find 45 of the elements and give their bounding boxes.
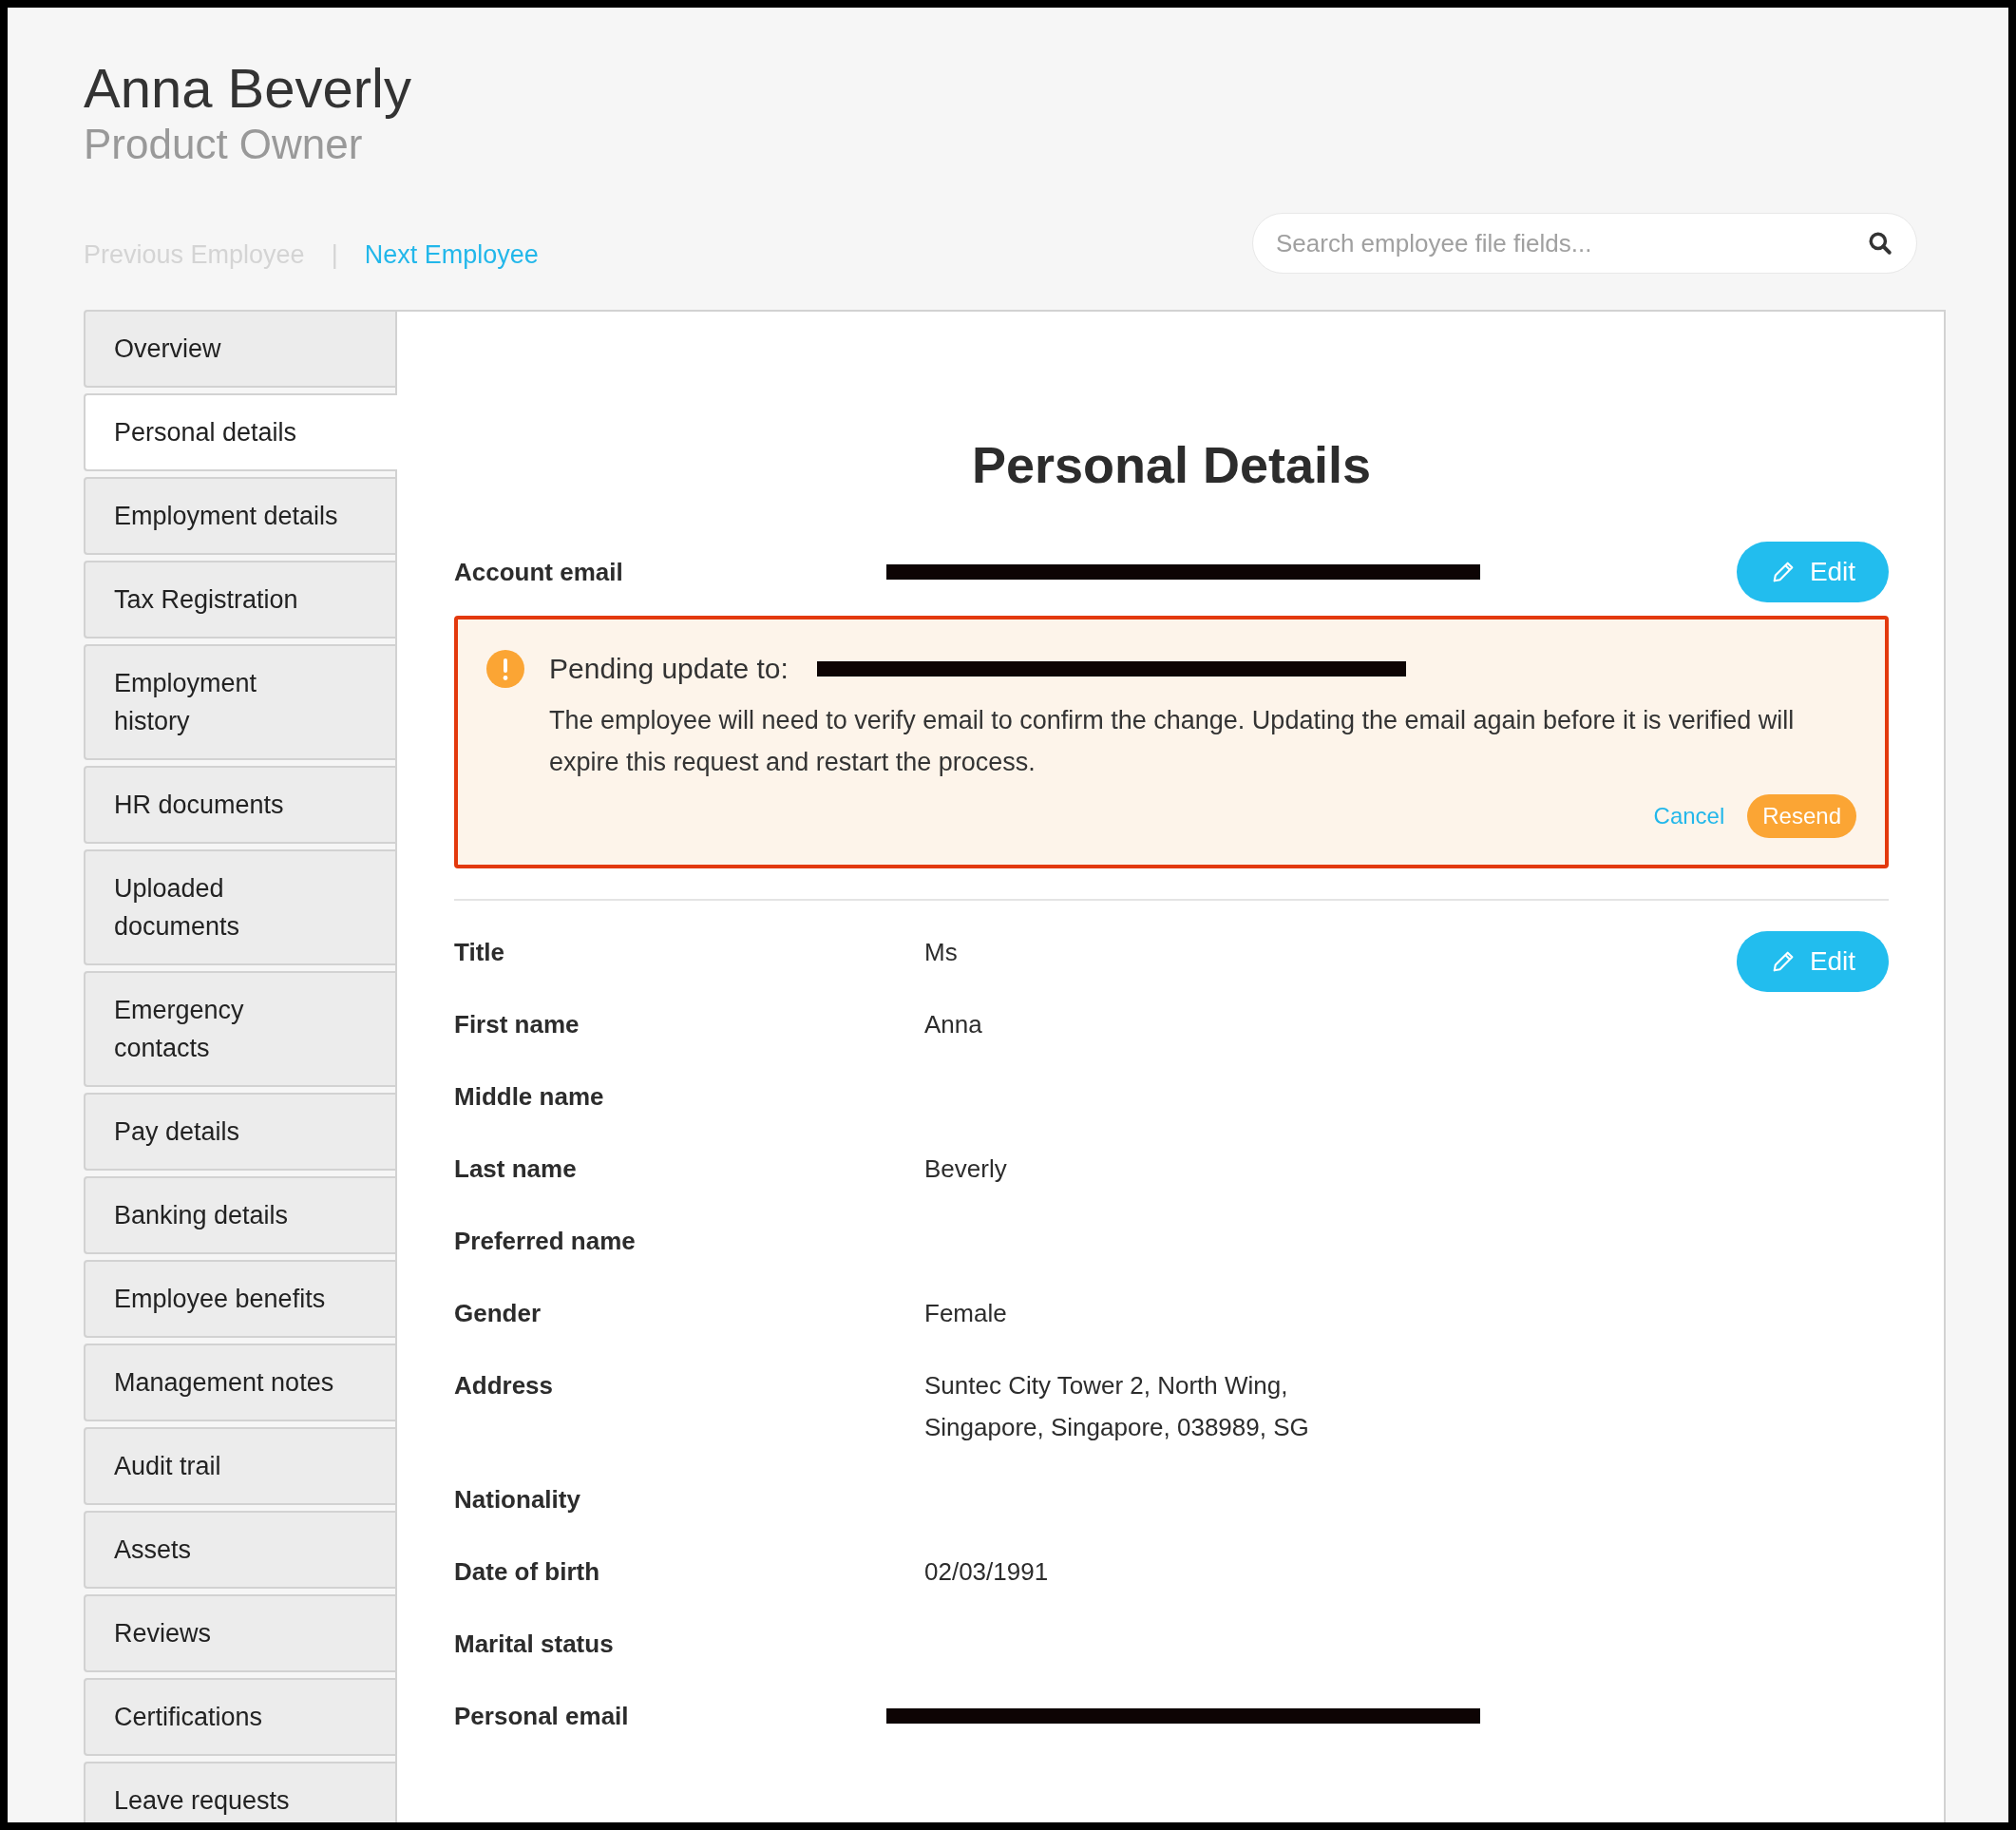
- field-value: Suntec City Tower 2, North Wing,: [924, 1370, 1289, 1401]
- field-value: 02/03/1991: [924, 1556, 1049, 1588]
- field-label: Address: [454, 1370, 555, 1401]
- field-value: Singapore, Singapore, 038989, SG: [924, 1412, 1309, 1443]
- field-label: Nationality: [454, 1484, 581, 1515]
- nav-separator: |: [331, 239, 338, 270]
- field-label: Last name: [454, 1153, 578, 1185]
- sidebar-item[interactable]: Employment details: [84, 477, 395, 555]
- employee-name: Anna Beverly: [84, 57, 412, 120]
- sidebar-item[interactable]: Management notes: [84, 1344, 395, 1421]
- section-title: Personal Details: [970, 435, 1373, 494]
- sidebar-item[interactable]: Banking details: [84, 1176, 395, 1254]
- alert-heading: Pending update to:: [549, 653, 789, 685]
- field-label: Marital status: [454, 1629, 615, 1660]
- field-value: Ms: [924, 937, 958, 968]
- sidebar-item[interactable]: HR documents: [84, 766, 395, 844]
- sidebar-item[interactable]: Uploaded documents: [84, 849, 395, 965]
- field-label: Personal email: [454, 1701, 630, 1732]
- field-value: Beverly: [924, 1153, 1007, 1185]
- search-field[interactable]: Search employee file fields...: [1252, 213, 1917, 274]
- sidebar-item[interactable]: Emergency contacts: [84, 971, 395, 1087]
- field-label: Preferred name: [454, 1226, 637, 1257]
- sidebar-item[interactable]: Audit trail: [84, 1427, 395, 1505]
- field-label: Gender: [454, 1298, 542, 1329]
- field-label: Title: [454, 937, 505, 968]
- sidebar-item[interactable]: Employee benefits: [84, 1260, 395, 1338]
- sidebar-item[interactable]: Assets: [84, 1511, 395, 1589]
- sidebar-item[interactable]: Reviews: [84, 1594, 395, 1672]
- warning-icon: [486, 650, 524, 688]
- alert-message: The employee will need to verify email to confirm the change. Updating the email again before it is verified will expire this request and restart the process.: [549, 705, 1796, 778]
- field-value: Female: [924, 1298, 1007, 1329]
- field-label: Date of birth: [454, 1556, 601, 1588]
- employee-role: Product Owner: [84, 120, 364, 169]
- sidebar-item[interactable]: Pay details: [84, 1093, 395, 1171]
- sidebar-item[interactable]: Overview: [84, 310, 395, 388]
- sidebar-item[interactable]: Personal details: [84, 393, 397, 471]
- sidebar-item[interactable]: Certifications: [84, 1678, 395, 1756]
- field-value: Anna: [924, 1009, 982, 1040]
- sidebar-item[interactable]: Employment history: [84, 644, 395, 760]
- field-label: First name: [454, 1009, 580, 1040]
- sidebar-item[interactable]: Tax Registration: [84, 561, 395, 639]
- sidebar-item[interactable]: Leave requests: [84, 1762, 395, 1822]
- search-icon[interactable]: [1868, 231, 1892, 256]
- field-label: Account email: [454, 557, 624, 587]
- field-label: Middle name: [454, 1081, 605, 1113]
